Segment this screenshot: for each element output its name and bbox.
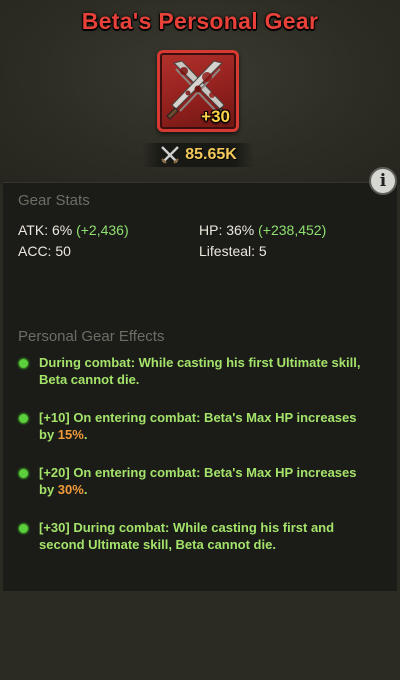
bullet-dot-icon (18, 358, 29, 369)
effect-text: [+10] On entering combat: Beta's Max HP … (39, 409, 368, 443)
effect-highlight-value: 30% (57, 482, 84, 497)
power-value: 85.65K (185, 146, 237, 163)
effect-item: [+10] On entering combat: Beta's Max HP … (18, 409, 368, 443)
effect-text-post: . (83, 482, 88, 497)
bullet-dot-icon (18, 523, 29, 534)
stat-atk: ATK: 6% (+2,436) (18, 222, 129, 238)
info-icon: i (379, 171, 387, 191)
stat-lifesteal: Lifesteal: 5 (199, 243, 267, 259)
gear-stats-title: Gear Stats (18, 192, 90, 209)
bullet-dot-icon (18, 413, 29, 424)
info-button[interactable]: i (369, 167, 397, 195)
effect-text: [+20] On entering combat: Beta's Max HP … (39, 464, 368, 498)
stat-hp: HP: 36% (+238,452) (199, 222, 326, 238)
gear-level-badge: +30 (201, 107, 230, 126)
effect-text: [+30] During combat: While casting his f… (39, 520, 335, 552)
bullet-dot-icon (18, 468, 29, 479)
stat-hp-bonus: (+238,452) (258, 222, 327, 238)
page-title: Beta's Personal Gear (81, 8, 319, 34)
power-display: 85.65K (142, 143, 254, 167)
stat-hp-label: HP: 36% (199, 222, 255, 238)
crossed-swords-icon (161, 146, 180, 164)
effect-highlight-value: 15% (57, 427, 84, 442)
effect-text: During combat: While casting his first U… (39, 355, 361, 387)
gear-item-slot[interactable]: +30 (157, 50, 239, 132)
effect-item: [+20] On entering combat: Beta's Max HP … (18, 464, 368, 498)
effect-text-post: . (83, 427, 88, 442)
stat-atk-label: ATK: 6% (18, 222, 73, 238)
stat-atk-bonus: (+2,436) (76, 222, 129, 238)
gear-effects-title: Personal Gear Effects (18, 328, 165, 345)
stat-acc: ACC: 50 (18, 243, 71, 259)
effect-item: [+30] During combat: While casting his f… (18, 519, 368, 553)
effect-item: During combat: While casting his first U… (18, 354, 368, 388)
